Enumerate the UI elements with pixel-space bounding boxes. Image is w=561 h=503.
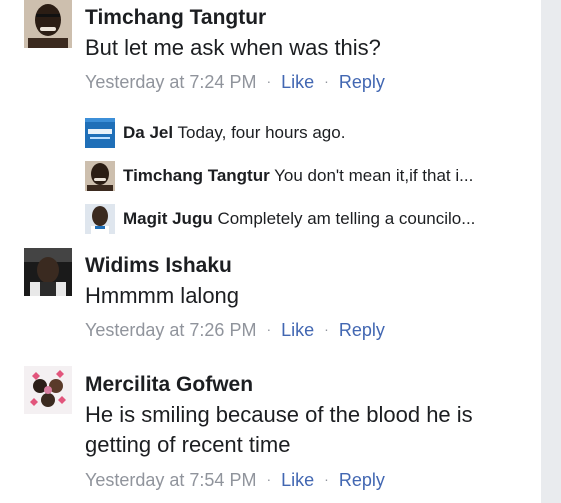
like-button[interactable]: Like (281, 72, 314, 92)
avatar[interactable] (85, 161, 115, 191)
reply-text: Today, four hours ago. (177, 123, 346, 142)
reply-author[interactable]: Da Jel (123, 123, 173, 142)
comment-text: He is smiling because of the blood he is… (85, 402, 473, 457)
separator-dot: · (324, 321, 329, 337)
reply-button[interactable]: Reply (339, 470, 385, 490)
avatar[interactable] (85, 118, 115, 148)
reply-text: You don't mean it,if that i... (274, 166, 474, 185)
comment-author[interactable]: Widims Ishaku (85, 254, 232, 278)
avatar[interactable] (24, 248, 72, 296)
separator-dot: · (324, 73, 329, 89)
comment-meta: Yesterday at 7:24 PM · Like · Reply (85, 71, 385, 94)
avatar[interactable] (24, 366, 72, 414)
comment-timestamp[interactable]: Yesterday at 7:26 PM (85, 320, 256, 340)
separator-dot: · (266, 321, 272, 337)
comment-text: Hmmmm lalong (85, 283, 240, 308)
like-button[interactable]: Like (281, 320, 314, 340)
reply-button[interactable]: Reply (339, 320, 385, 340)
reply-item[interactable]: Timchang Tangtur You don't mean it,if th… (85, 161, 525, 191)
avatar[interactable] (24, 0, 72, 48)
reply-author[interactable]: Timchang Tangtur (123, 166, 270, 185)
reply-button[interactable]: Reply (339, 72, 385, 92)
comment-meta: Yesterday at 7:26 PM · Like · Reply (85, 319, 385, 342)
like-button[interactable]: Like (281, 470, 314, 490)
comment-author[interactable]: Timchang Tangtur (85, 6, 266, 30)
reply-item[interactable]: Da Jel Today, four hours ago. (85, 118, 525, 148)
avatar[interactable] (85, 204, 115, 234)
separator-dot: · (266, 73, 272, 89)
reply-text: Completely am telling a councilo... (217, 209, 476, 228)
reply-item[interactable]: Magit Jugu Completely am telling a counc… (85, 204, 525, 234)
reply-author[interactable]: Magit Jugu (123, 209, 213, 228)
separator-dot: · (324, 471, 329, 487)
comment-timestamp[interactable]: Yesterday at 7:24 PM (85, 72, 256, 92)
separator-dot: · (266, 471, 272, 487)
comment-timestamp[interactable]: Yesterday at 7:54 PM (85, 470, 256, 490)
comment-meta: Yesterday at 7:54 PM · Like · Reply (85, 469, 385, 492)
comment-author[interactable]: Mercilita Gofwen (85, 373, 253, 397)
comments-panel: Timchang Tangtur But let me ask when was… (0, 0, 541, 503)
comment-text: But let me ask when was this? (85, 35, 381, 60)
